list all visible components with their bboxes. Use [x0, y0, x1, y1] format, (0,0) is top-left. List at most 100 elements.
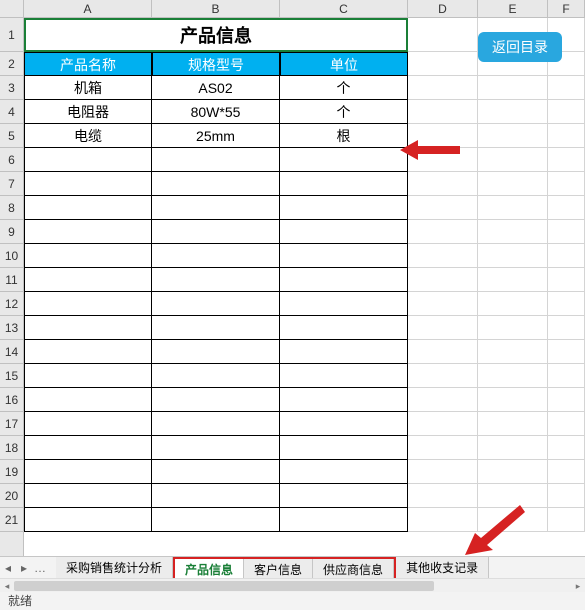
empty-cell[interactable]	[478, 100, 548, 124]
table-header-unit[interactable]: 单位	[280, 52, 408, 76]
data-cell[interactable]	[280, 196, 408, 220]
data-cell[interactable]: 25mm	[152, 124, 280, 148]
empty-cell[interactable]	[408, 340, 478, 364]
data-cell[interactable]	[152, 508, 280, 532]
data-cell[interactable]	[280, 292, 408, 316]
empty-cell[interactable]	[408, 292, 478, 316]
empty-cell[interactable]	[548, 220, 585, 244]
col-header-D[interactable]: D	[408, 0, 478, 17]
data-cell[interactable]	[24, 412, 152, 436]
empty-cell[interactable]	[548, 244, 585, 268]
data-cell[interactable]	[24, 172, 152, 196]
tab-nav-next[interactable]: ▸	[16, 561, 32, 575]
empty-cell[interactable]	[548, 388, 585, 412]
data-cell[interactable]	[280, 316, 408, 340]
data-cell[interactable]	[280, 172, 408, 196]
data-cell[interactable]	[152, 484, 280, 508]
data-cell[interactable]	[280, 508, 408, 532]
empty-cell[interactable]	[548, 484, 585, 508]
title-cell[interactable]: 产品信息	[24, 18, 408, 52]
data-cell[interactable]	[24, 460, 152, 484]
data-cell[interactable]	[280, 148, 408, 172]
col-header-F[interactable]: F	[548, 0, 585, 17]
empty-cell[interactable]	[408, 196, 478, 220]
row-header[interactable]: 21	[0, 508, 23, 532]
data-cell[interactable]: 电缆	[24, 124, 152, 148]
empty-cell[interactable]	[548, 436, 585, 460]
row-header[interactable]: 16	[0, 388, 23, 412]
row-header[interactable]: 18	[0, 436, 23, 460]
empty-cell[interactable]	[408, 316, 478, 340]
data-cell[interactable]	[24, 364, 152, 388]
scroll-right-icon[interactable]: ▸	[571, 579, 585, 593]
empty-cell[interactable]	[478, 172, 548, 196]
empty-cell[interactable]	[478, 460, 548, 484]
data-cell[interactable]: 机箱	[24, 76, 152, 100]
data-cell[interactable]	[152, 364, 280, 388]
data-cell[interactable]	[24, 196, 152, 220]
empty-cell[interactable]	[408, 100, 478, 124]
empty-cell[interactable]	[408, 460, 478, 484]
data-cell[interactable]: 个	[280, 100, 408, 124]
cells-area[interactable]: 产品信息 产品名称 规格型号 单位 机箱AS02个电阻器80W*55个电缆25m…	[24, 18, 585, 558]
empty-cell[interactable]	[408, 18, 478, 52]
empty-cell[interactable]	[478, 340, 548, 364]
data-cell[interactable]	[24, 388, 152, 412]
data-cell[interactable]	[280, 268, 408, 292]
empty-cell[interactable]	[478, 148, 548, 172]
empty-cell[interactable]	[408, 220, 478, 244]
row-header[interactable]: 12	[0, 292, 23, 316]
empty-cell[interactable]	[478, 76, 548, 100]
data-cell[interactable]	[152, 244, 280, 268]
table-header-spec[interactable]: 规格型号	[152, 52, 280, 76]
tab-nav-prev[interactable]: ◂	[0, 561, 16, 575]
data-cell[interactable]: 80W*55	[152, 100, 280, 124]
row-header[interactable]: 4	[0, 100, 23, 124]
data-cell[interactable]: 个	[280, 76, 408, 100]
data-cell[interactable]	[24, 148, 152, 172]
empty-cell[interactable]	[548, 460, 585, 484]
empty-cell[interactable]	[548, 340, 585, 364]
data-cell[interactable]: 根	[280, 124, 408, 148]
data-cell[interactable]	[152, 148, 280, 172]
row-header[interactable]: 8	[0, 196, 23, 220]
data-cell[interactable]	[152, 268, 280, 292]
empty-cell[interactable]	[548, 412, 585, 436]
row-header[interactable]: 9	[0, 220, 23, 244]
empty-cell[interactable]	[548, 124, 585, 148]
data-cell[interactable]	[152, 388, 280, 412]
empty-cell[interactable]	[408, 412, 478, 436]
row-header[interactable]: 2	[0, 52, 23, 76]
return-directory-button[interactable]: 返回目录	[478, 32, 562, 62]
empty-cell[interactable]	[478, 292, 548, 316]
empty-cell[interactable]	[548, 76, 585, 100]
empty-cell[interactable]	[408, 52, 478, 76]
data-cell[interactable]	[280, 436, 408, 460]
data-cell[interactable]	[280, 340, 408, 364]
empty-cell[interactable]	[548, 364, 585, 388]
row-header[interactable]: 11	[0, 268, 23, 292]
row-header[interactable]: 1	[0, 18, 23, 52]
data-cell[interactable]	[24, 484, 152, 508]
empty-cell[interactable]	[478, 316, 548, 340]
empty-cell[interactable]	[478, 436, 548, 460]
data-cell[interactable]	[152, 436, 280, 460]
scroll-thumb[interactable]	[14, 581, 434, 591]
sheet-tab[interactable]: 采购销售统计分析	[56, 557, 173, 579]
col-header-C[interactable]: C	[280, 0, 408, 17]
empty-cell[interactable]	[408, 388, 478, 412]
empty-cell[interactable]	[478, 268, 548, 292]
empty-cell[interactable]	[408, 364, 478, 388]
tab-nav-more[interactable]: …	[32, 561, 48, 575]
row-header[interactable]: 5	[0, 124, 23, 148]
empty-cell[interactable]	[478, 196, 548, 220]
data-cell[interactable]	[24, 220, 152, 244]
data-cell[interactable]	[152, 316, 280, 340]
empty-cell[interactable]	[408, 172, 478, 196]
data-cell[interactable]	[24, 316, 152, 340]
col-header-B[interactable]: B	[152, 0, 280, 17]
data-cell[interactable]	[280, 460, 408, 484]
empty-cell[interactable]	[548, 172, 585, 196]
empty-cell[interactable]	[408, 268, 478, 292]
data-cell[interactable]	[280, 364, 408, 388]
